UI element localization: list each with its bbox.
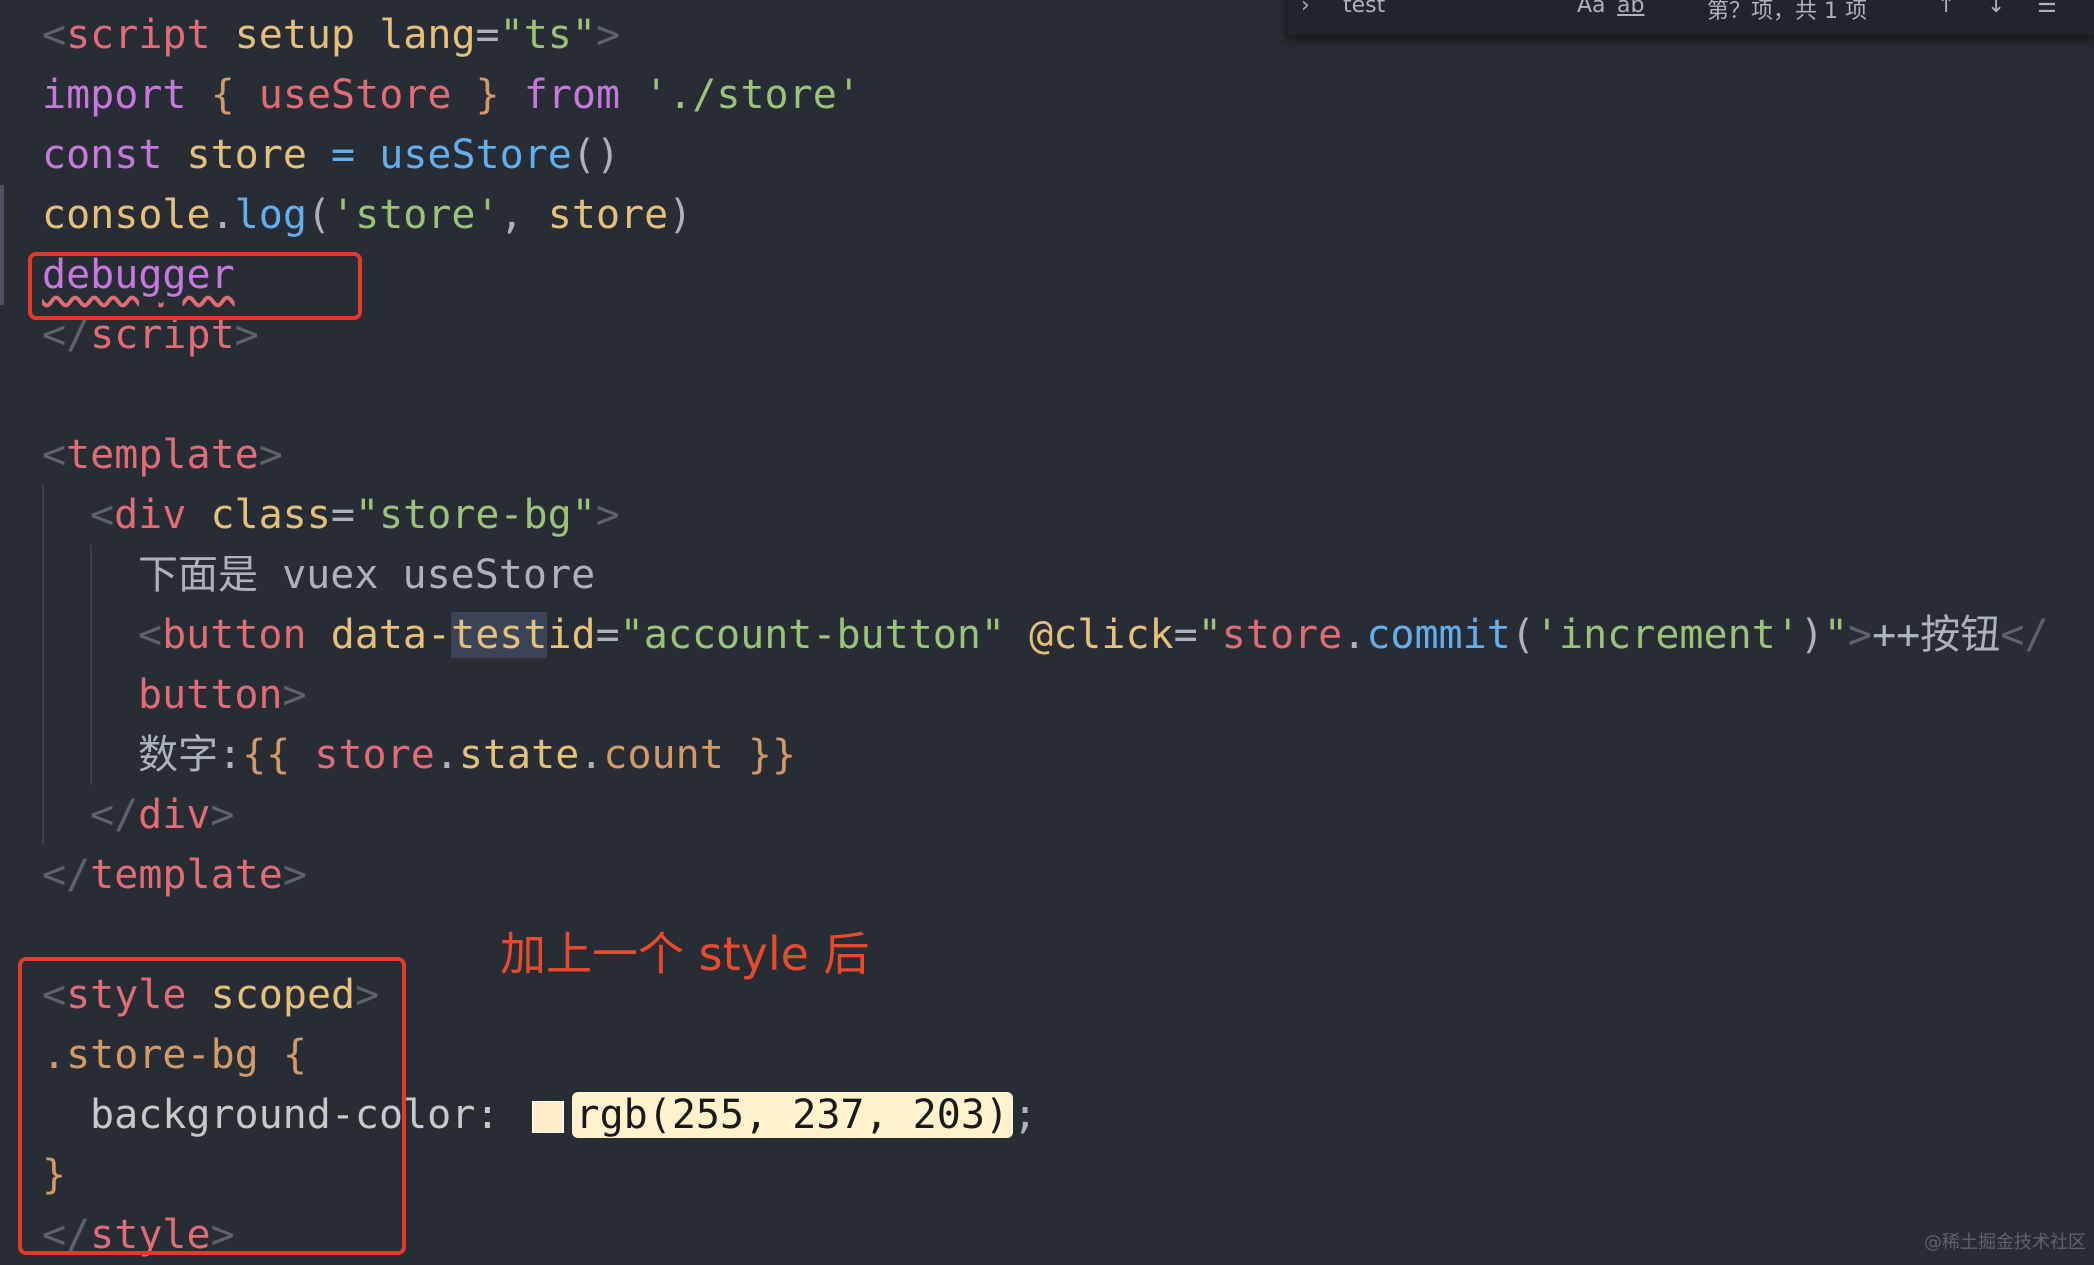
code-line-4: console.log('store', store)	[42, 192, 693, 238]
previous-match-icon[interactable]: ↑	[1937, 0, 1955, 18]
debugger-highlight-box	[28, 252, 362, 320]
find-input[interactable]: test	[1343, 0, 1385, 18]
find-widget[interactable]: › test Aa ab 第？项，共 1 项 ↑ ↓ ☰	[1286, 0, 2094, 36]
color-swatch[interactable]	[531, 1101, 564, 1133]
match-case-toggle[interactable]: Aa	[1577, 0, 1606, 18]
indent-guide	[90, 545, 92, 785]
indent-guide	[42, 485, 44, 845]
code-line-2: import { useStore } from './store'	[42, 72, 861, 118]
code-line-12: button>	[138, 672, 307, 718]
code-line-3: const store = useStore()	[42, 132, 621, 178]
git-change-marker	[0, 185, 4, 305]
code-line-8: <template>	[42, 432, 283, 478]
chevron-right-icon[interactable]: ›	[1301, 0, 1310, 18]
code-line-11: <button data-testid="account-button" @cl…	[138, 612, 2049, 658]
code-line-14: </div>	[90, 792, 235, 838]
code-line-15: </template>	[42, 852, 307, 898]
code-line-13: 数字:{{ store.state.count }}	[138, 732, 797, 778]
find-in-selection-icon[interactable]: ☰	[2037, 0, 2057, 18]
code-line-1: <script setup lang="ts">	[42, 12, 621, 58]
whole-word-toggle[interactable]: ab	[1617, 0, 1644, 18]
watermark: @稀土掘金技术社区	[1924, 1232, 2086, 1253]
code-editor[interactable]: › test Aa ab 第？项，共 1 项 ↑ ↓ ☰ <script set…	[0, 0, 2094, 1260]
code-line-9: <div class="store-bg">	[90, 492, 620, 538]
code-line-10: 下面是 vuex useStore	[138, 552, 596, 598]
find-result-count: 第？项，共 1 项	[1707, 0, 1867, 24]
annotation-note: 加上一个 style 后	[500, 927, 870, 981]
style-highlight-box	[18, 957, 406, 1255]
next-match-icon[interactable]: ↓	[1987, 0, 2005, 18]
